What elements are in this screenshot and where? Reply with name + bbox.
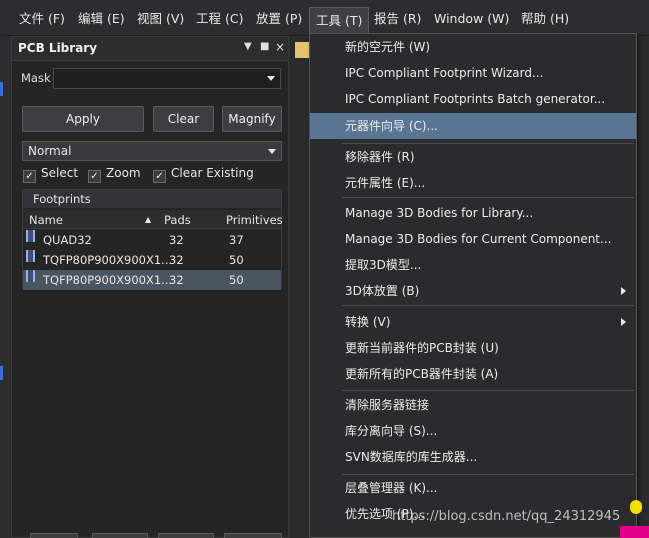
menu-item-ipc-footprint-wizard[interactable]: IPC Compliant Footprint Wizard... [310, 60, 636, 86]
menu-item-svn-library-maker[interactable]: SVN数据库的库生成器... [310, 444, 636, 470]
pcb-library-panel: PCB Library ▼ ■ × Mask Apply Clear Magni… [11, 36, 289, 538]
bottom-button[interactable] [224, 533, 282, 538]
footprint-name: QUAD32 [43, 233, 92, 247]
document-tab-icon[interactable] [295, 42, 309, 58]
footprint-primitives: 37 [229, 233, 244, 247]
clear-existing-checkbox[interactable]: ✓ Clear Existing [153, 166, 254, 183]
footprint-pads: 32 [169, 233, 184, 247]
table-row[interactable]: TQFP80P900X900X1... 32 50 [23, 250, 281, 270]
chevron-right-icon [621, 287, 626, 295]
footprint-name: TQFP80P900X900X1... [43, 253, 173, 267]
menu-separator [342, 305, 634, 306]
watermark: https://blog.csdn.net/qq_24312945 [392, 509, 621, 524]
footprint-name: TQFP80P900X900X1... [43, 273, 173, 287]
menu-item-manage-3d-library[interactable]: Manage 3D Bodies for Library... [310, 200, 636, 226]
menu-edit[interactable]: 编辑 (E) [75, 8, 128, 30]
footprints-title: Footprints [23, 190, 281, 208]
zoom-checkbox-label: Zoom [106, 166, 141, 180]
footprint-pads: 32 [169, 253, 184, 267]
footprint-icon [26, 250, 35, 262]
bottom-button[interactable] [92, 533, 148, 538]
tools-dropdown-menu: 新的空元件 (W) IPC Compliant Footprint Wizard… [309, 33, 637, 538]
menu-item-remove-component[interactable]: 移除器件 (R) [310, 144, 636, 170]
panel-header: PCB Library ▼ ■ × [12, 37, 288, 61]
corner-decoration [620, 526, 649, 538]
footprints-section: Footprints Name ▲ Pads Primitives QUAD32… [22, 189, 283, 290]
mask-input[interactable] [53, 68, 281, 89]
close-icon[interactable]: × [275, 40, 285, 54]
footprint-primitives: 50 [229, 253, 244, 267]
menu-item-new-blank-component[interactable]: 新的空元件 (W) [310, 34, 636, 60]
menu-item-manage-3d-current[interactable]: Manage 3D Bodies for Current Component..… [310, 226, 636, 252]
sort-up-icon[interactable]: ▲ [145, 215, 151, 224]
select-checkbox-label: Select [41, 166, 79, 180]
status-indicator [630, 500, 642, 514]
bottom-button[interactable] [30, 533, 78, 538]
menu-bar: 文件 (F) 编辑 (E) 视图 (V) 工程 (C) 放置 (P) 工具 (T… [0, 0, 649, 36]
column-name[interactable]: Name [29, 213, 63, 227]
menu-window[interactable]: Window (W) [431, 8, 512, 30]
menu-item-label: 3D体放置 (B) [345, 284, 420, 298]
bottom-button[interactable] [158, 533, 214, 538]
magnify-button[interactable]: Magnify [222, 106, 282, 132]
chevron-down-icon[interactable] [268, 149, 276, 154]
menu-file[interactable]: 文件 (F) [16, 8, 68, 30]
zoom-checkbox[interactable]: ✓ Zoom [88, 166, 141, 183]
menu-help[interactable]: 帮助 (H) [518, 8, 572, 30]
menu-tools[interactable]: 工具 (T) [309, 7, 370, 35]
menu-item-update-all-pcb[interactable]: 更新所有的PCB器件封装 (A) [310, 361, 636, 387]
menu-item-component-wizard[interactable]: 元器件向导 (C)... [310, 113, 636, 139]
checkmark-icon[interactable]: ✓ [88, 170, 101, 183]
checkmark-icon[interactable]: ✓ [23, 170, 36, 183]
left-dock-strip [0, 36, 11, 538]
panel-bottom-buttons [12, 533, 288, 538]
footprint-pads: 32 [169, 273, 184, 287]
footprint-icon [26, 270, 35, 282]
mask-label: Mask [21, 71, 51, 85]
mask-mode-value: Normal [28, 144, 72, 158]
menu-separator [342, 197, 634, 198]
dock-tab-marker[interactable] [0, 366, 3, 380]
menu-view[interactable]: 视图 (V) [134, 8, 187, 30]
menu-item-update-current-pcb[interactable]: 更新当前器件的PCB封装 (U) [310, 335, 636, 361]
menu-item-convert[interactable]: 转换 (V) [310, 309, 636, 335]
menu-reports[interactable]: 报告 (R) [371, 8, 424, 30]
dock-tab-marker[interactable] [0, 82, 3, 96]
checkmark-icon[interactable]: ✓ [153, 170, 166, 183]
panel-title: PCB Library [18, 41, 98, 55]
clear-existing-checkbox-label: Clear Existing [171, 166, 254, 180]
column-pads[interactable]: Pads [164, 213, 191, 227]
menu-item-3d-body-placement[interactable]: 3D体放置 (B) [310, 278, 636, 304]
mask-mode-select[interactable]: Normal [22, 141, 282, 161]
menu-item-library-splitter[interactable]: 库分离向导 (S)... [310, 418, 636, 444]
chevron-down-icon[interactable] [267, 76, 275, 81]
chevron-right-icon [621, 318, 626, 326]
menu-item-component-properties[interactable]: 元件属性 (E)... [310, 170, 636, 196]
apply-button[interactable]: Apply [22, 106, 144, 132]
menu-item-label: 转换 (V) [345, 315, 391, 329]
footprints-header: Name ▲ Pads Primitives [23, 210, 283, 229]
panel-menu-icon[interactable]: ▼ [244, 41, 252, 52]
clear-button[interactable]: Clear [153, 106, 214, 132]
menu-item-clear-server-links[interactable]: 清除服务器链接 [310, 392, 636, 418]
footprint-primitives: 50 [229, 273, 244, 287]
menu-item-ipc-batch-generator[interactable]: IPC Compliant Footprints Batch generator… [310, 86, 636, 112]
table-row-selected[interactable]: TQFP80P900X900X1... 32 50 [23, 270, 281, 290]
footprint-icon [26, 230, 35, 242]
menu-place[interactable]: 放置 (P) [253, 8, 305, 30]
table-row[interactable]: QUAD32 32 37 [23, 230, 281, 250]
menu-separator [342, 390, 634, 391]
column-primitives[interactable]: Primitives [226, 213, 283, 227]
menu-item-layer-stack-manager[interactable]: 层叠管理器 (K)... [310, 475, 636, 501]
menu-item-extract-3d-model[interactable]: 提取3D模型... [310, 252, 636, 278]
select-checkbox[interactable]: ✓ Select [23, 166, 79, 183]
menu-project[interactable]: 工程 (C) [193, 8, 246, 30]
pin-icon[interactable]: ■ [260, 41, 269, 52]
